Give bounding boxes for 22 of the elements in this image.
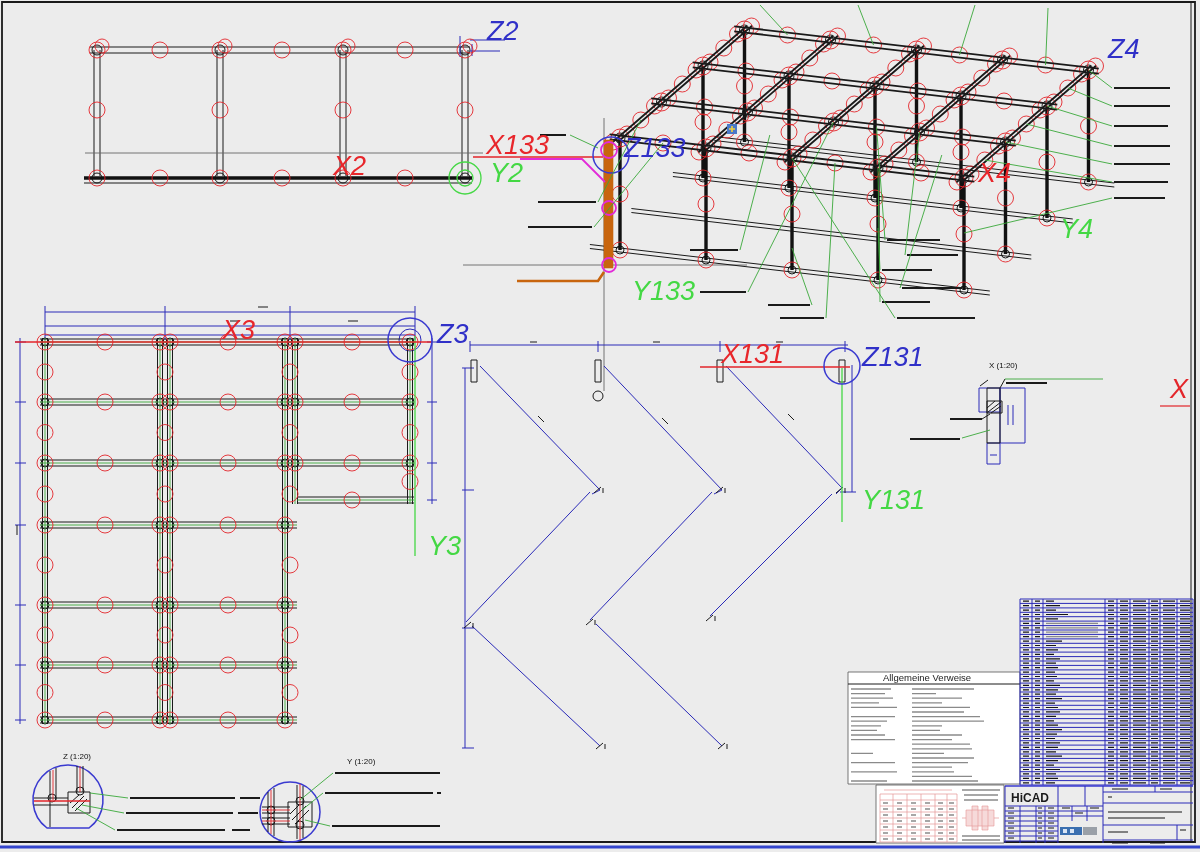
notes-title: Allgemeine Verweise bbox=[882, 672, 972, 683]
axis-label: X3 bbox=[222, 315, 256, 345]
logo-text: HiCAD bbox=[1011, 791, 1049, 805]
detail-title: X (1:20) bbox=[989, 361, 1018, 370]
axis-label: Y3 bbox=[428, 531, 462, 561]
axis-label: Y2 bbox=[490, 158, 524, 188]
axis-label: Z3 bbox=[437, 319, 469, 349]
detail-title: Y (1:20) bbox=[347, 757, 376, 766]
axis-label: Z2 bbox=[487, 16, 519, 46]
section-mark-label: X bbox=[1170, 374, 1188, 404]
axis-label: X133 bbox=[486, 130, 550, 160]
axis-label: Y131 bbox=[862, 485, 926, 515]
section-line bbox=[1159, 405, 1191, 407]
axis-label: X131 bbox=[721, 339, 785, 369]
axis-label: Y133 bbox=[632, 276, 696, 306]
badge-icon bbox=[1060, 827, 1097, 835]
axis-label: Z4 bbox=[1108, 34, 1140, 64]
axis-label: X2 bbox=[333, 151, 367, 181]
axis-label: Y4 bbox=[1060, 214, 1094, 244]
detail-title: Z (1:20) bbox=[63, 752, 91, 761]
axis-label: Z131 bbox=[862, 342, 924, 372]
plus-marker-icon bbox=[727, 124, 737, 134]
